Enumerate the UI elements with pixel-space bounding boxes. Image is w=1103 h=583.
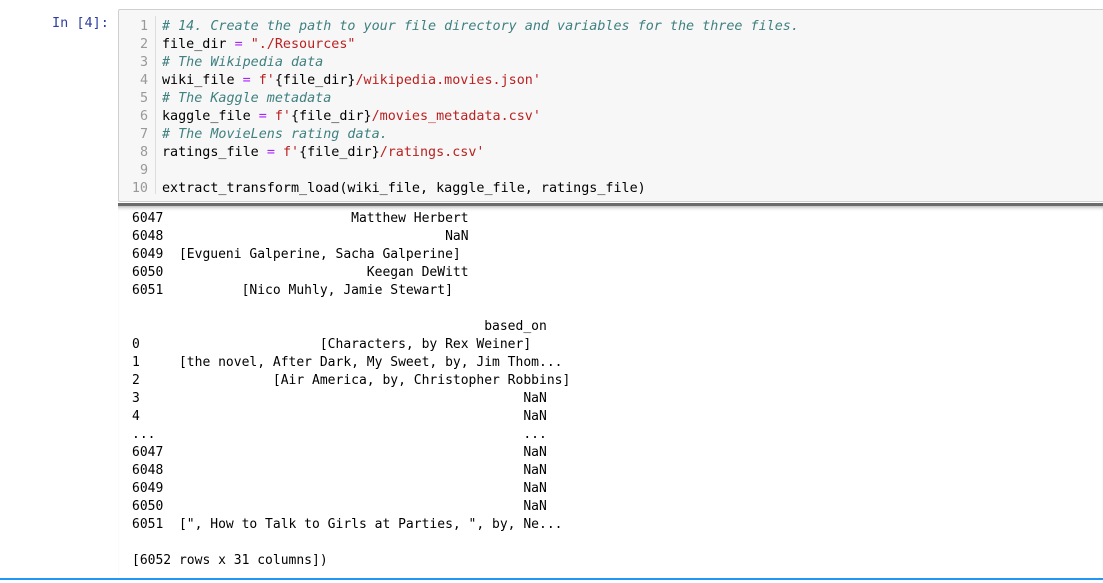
- line-number: 8: [139, 145, 148, 160]
- output-line: 6048 NaN: [132, 463, 547, 478]
- output-line: 6048 NaN: [132, 229, 469, 244]
- output-line: 0 [Characters, by Rex Weiner]: [132, 337, 532, 352]
- line-number: 9: [139, 163, 148, 178]
- output-line: 6051 [", How to Talk to Girls at Parties…: [132, 517, 563, 532]
- line-number-gutter: [155, 16, 156, 194]
- output-line: 6050 NaN: [132, 499, 547, 514]
- code-token: =: [266, 145, 275, 160]
- code-token: =: [234, 37, 243, 52]
- cell-prompt: In [4]:: [52, 15, 109, 31]
- output-line: 6047 Matthew Herbert: [132, 211, 469, 226]
- code-text[interactable]: file_dir = "./Resources": [162, 36, 356, 54]
- line-number: 2: [139, 37, 148, 52]
- code-token: /ratings.csv': [379, 145, 485, 160]
- line-number: 6: [139, 109, 148, 124]
- code-token: =: [258, 109, 267, 124]
- cell-output-area[interactable]: 6047 Matthew Herbert 6048 NaN 6049 [Evguen…: [118, 203, 1103, 575]
- output-line: 3 NaN: [132, 391, 547, 406]
- code-token: /wikipedia.movies.json': [355, 73, 541, 88]
- code-text[interactable]: # The Kaggle metadata: [162, 90, 331, 108]
- code-token: f': [274, 109, 291, 124]
- code-cell-editor[interactable]: 1 # 14. Create the path to your file dire…: [118, 9, 1103, 202]
- code-text[interactable]: # The Wikipedia data: [162, 54, 323, 72]
- code-token: file_dir: [162, 37, 235, 52]
- output-line: 6049 NaN: [132, 481, 547, 496]
- code-token: extract_transform_load(wiki_file, kaggle…: [162, 181, 646, 196]
- code-text[interactable]: ratings_file = f'{file_dir}/ratings.csv': [162, 144, 485, 162]
- code-token: wiki_file: [162, 73, 243, 88]
- code-token: f': [282, 145, 300, 160]
- code-token: {file_dir}: [291, 109, 372, 124]
- code-token: # The Kaggle metadata: [162, 91, 332, 106]
- output-line: 6051 [Nico Muhly, Jamie Stewart]: [132, 283, 453, 298]
- output-line: 2 [Air America, by, Christopher Robbins]: [132, 373, 571, 388]
- code-token: # The MovieLens rating data.: [162, 127, 388, 142]
- output-line: based_on: [132, 319, 547, 334]
- code-token: "./Resources": [250, 37, 356, 52]
- line-number: 5: [139, 91, 148, 106]
- output-line: ... ...: [132, 427, 547, 442]
- output-line: 4 NaN: [132, 409, 547, 424]
- output-line: 6047 NaN: [132, 445, 547, 460]
- code-token: # The Wikipedia data: [162, 55, 324, 70]
- line-number: 10: [131, 181, 148, 196]
- code-token: kaggle_file: [162, 109, 259, 124]
- code-token: ratings_file: [162, 145, 267, 160]
- output-line: 6049 [Evgueni Galperine, Sacha Galperine…: [132, 247, 461, 262]
- line-number: 1: [139, 19, 148, 34]
- output-line: [6052 rows x 31 columns]): [132, 553, 328, 568]
- code-token: {file_dir}: [274, 73, 356, 88]
- code-token: f': [258, 73, 275, 88]
- output-line: 6050 Keegan DeWitt: [132, 265, 469, 280]
- selected-cell-indicator: [0, 578, 1103, 580]
- code-text[interactable]: # The MovieLens rating data.: [162, 126, 388, 144]
- output-line: 1 [the novel, After Dark, My Sweet, by, …: [132, 355, 563, 370]
- line-number: 3: [139, 55, 148, 70]
- code-text[interactable]: wiki_file = f'{file_dir}/wikipedia.movie…: [162, 72, 541, 90]
- code-token: /movies_metadata.csv': [371, 109, 541, 124]
- code-text[interactable]: extract_transform_load(wiki_file, kaggle…: [162, 180, 646, 198]
- line-number: 4: [139, 73, 148, 88]
- code-token: =: [242, 73, 251, 88]
- code-token: # 14. Create the path to your file direc…: [162, 19, 799, 34]
- line-number: 7: [139, 127, 148, 142]
- code-text[interactable]: kaggle_file = f'{file_dir}/movies_metada…: [162, 108, 541, 126]
- code-token: {file_dir}: [299, 145, 380, 160]
- code-text[interactable]: # 14. Create the path to your file direc…: [162, 18, 799, 36]
